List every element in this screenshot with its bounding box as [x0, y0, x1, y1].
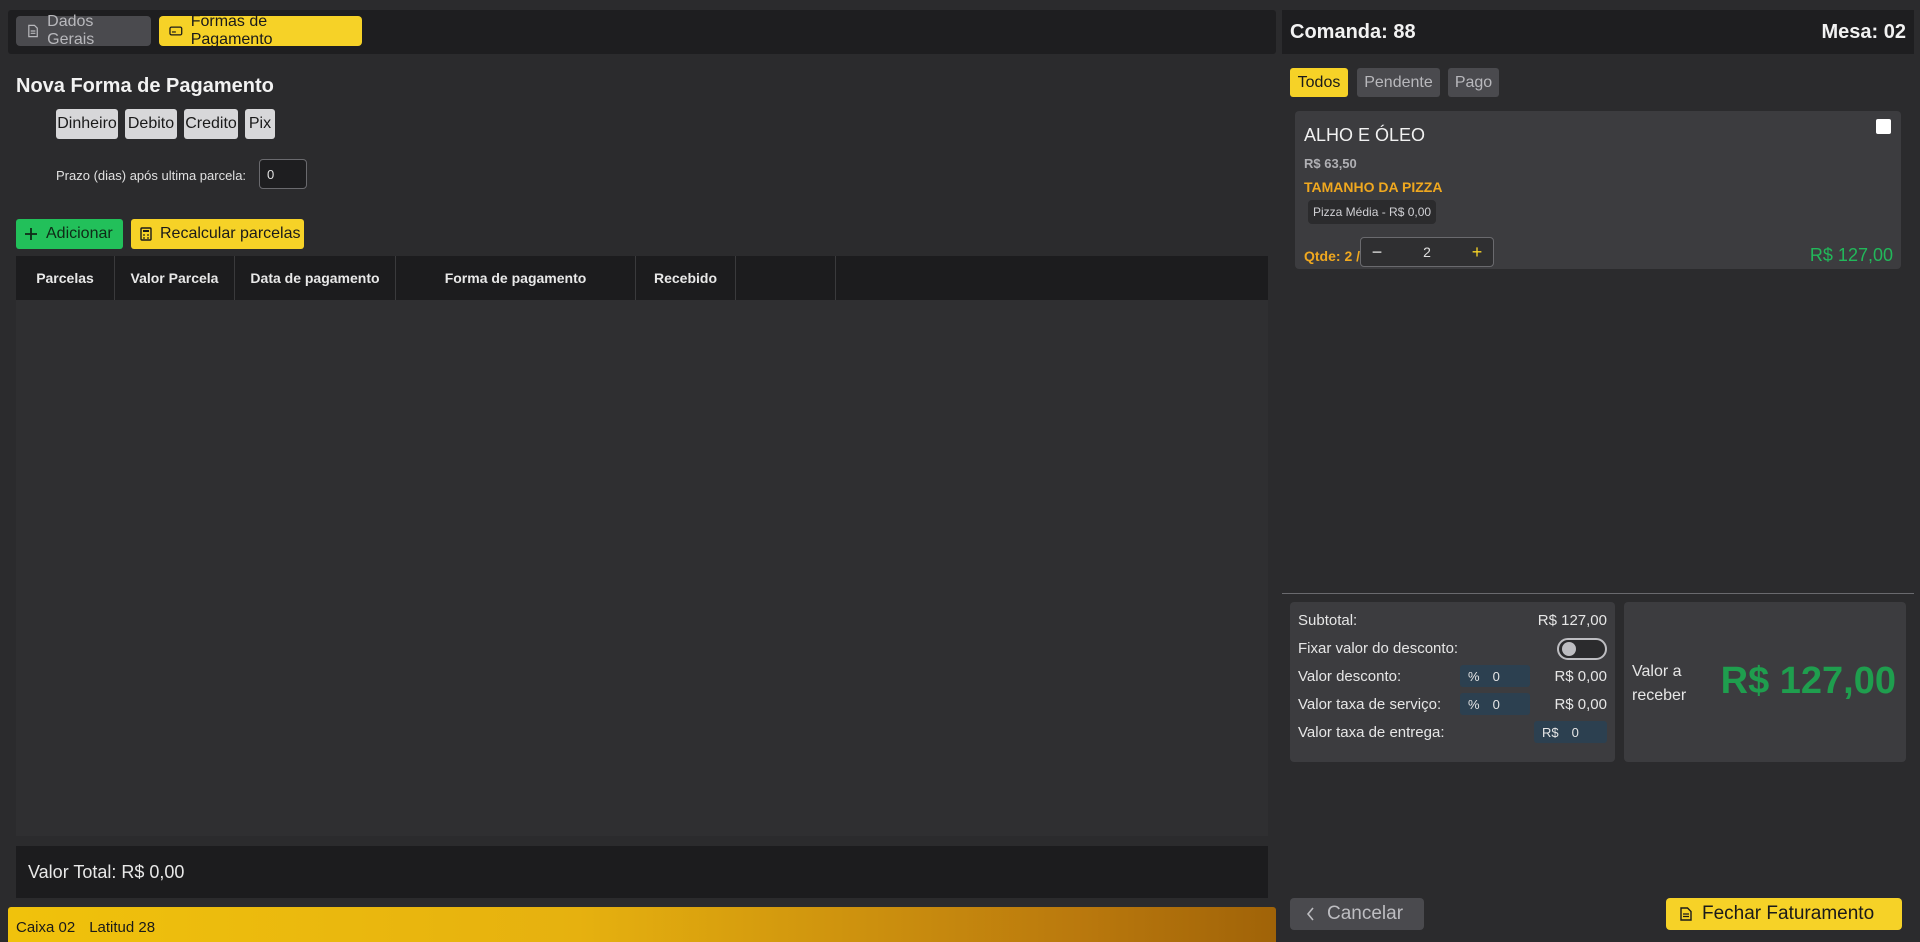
discount-unit: %: [1468, 668, 1480, 684]
section-title: Nova Forma de Pagamento: [16, 75, 274, 97]
column-parcelas[interactable]: Parcelas: [16, 256, 115, 300]
item-qty-label: Qtde: 2 /: [1304, 248, 1361, 264]
quantity-stepper: − 2 +: [1360, 237, 1494, 267]
add-button-label: Adicionar: [46, 225, 113, 242]
payment-method-dinheiro-button[interactable]: Dinheiro: [56, 109, 118, 139]
filter-pago[interactable]: Pago: [1448, 68, 1499, 97]
recalculate-button[interactable]: Recalcular parcelas: [131, 219, 304, 249]
document-icon: [28, 24, 38, 38]
service-value: R$ 0,00: [1554, 695, 1607, 713]
item-option-chip: Pizza Média - R$ 0,00: [1308, 200, 1437, 224]
prazo-label: Prazo (dias) após ultima parcela:: [56, 168, 247, 183]
filter-todos[interactable]: Todos: [1290, 68, 1348, 97]
column-recebido[interactable]: Recebido: [636, 256, 736, 300]
item-checkbox[interactable]: [1876, 119, 1891, 134]
quantity-value[interactable]: 2: [1393, 244, 1461, 260]
service-label: Valor taxa de serviço:: [1298, 695, 1442, 713]
subtotal-label: Subtotal:: [1298, 611, 1358, 629]
item-unit-price: R$ 63,50: [1304, 156, 1357, 171]
item-name: ALHO E ÓLEO: [1304, 125, 1426, 145]
status-user: Latitud 28: [89, 918, 156, 936]
close-billing-button[interactable]: Fechar Faturamento: [1666, 898, 1902, 930]
status-caixa: Caixa 02: [16, 918, 76, 936]
tab-dados-gerais[interactable]: Dados Gerais: [16, 13, 151, 48]
receive-value: R$ 127,00: [1720, 660, 1896, 702]
receive-box: Valor a receber R$ 127,00: [1624, 602, 1906, 762]
tab-dados-gerais-label: Dados Gerais: [47, 13, 95, 48]
delivery-label: Valor taxa de entrega:: [1298, 723, 1445, 741]
payment-panel: Dados Gerais Formas de Pagamento Nova Fo…: [8, 8, 1276, 942]
payment-method-pix-button[interactable]: Pix: [245, 109, 275, 139]
receive-label: Valor a receber: [1632, 663, 1687, 704]
item-category: TAMANHO DA PIZZA: [1304, 179, 1443, 195]
plus-icon[interactable]: +: [1461, 242, 1493, 263]
column-data-pagamento[interactable]: Data de pagamento: [235, 256, 396, 300]
calculator-icon: [140, 227, 152, 241]
subtotal-row: Subtotal: R$ 127,00: [1298, 609, 1607, 631]
recalculate-button-label: Recalcular parcelas: [160, 225, 301, 242]
fix-discount-row: Fixar valor do desconto:: [1298, 637, 1607, 660]
divider: [1282, 593, 1914, 594]
service-input-value: 0: [1492, 696, 1500, 712]
discount-row: Valor desconto: % 0 R$ 0,00: [1298, 665, 1607, 687]
fix-discount-label: Fixar valor do desconto:: [1298, 639, 1459, 657]
cancel-button[interactable]: Cancelar: [1290, 898, 1424, 930]
column-forma-pagamento[interactable]: Forma de pagamento: [396, 256, 636, 300]
service-row: Valor taxa de serviço: % 0 R$ 0,00: [1298, 693, 1607, 715]
payment-method-debito-button[interactable]: Debito: [125, 109, 177, 139]
document-icon: [1680, 907, 1692, 921]
discount-input-value: 0: [1492, 668, 1500, 684]
fix-discount-toggle[interactable]: [1557, 638, 1607, 660]
tab-formas-pagamento-label: Formas de Pagamento: [190, 13, 273, 48]
service-unit: %: [1468, 696, 1480, 712]
chevron-left-icon: [1306, 907, 1314, 921]
table-total: Valor Total: R$ 0,00: [16, 846, 1268, 898]
cancel-button-label: Cancelar: [1327, 903, 1404, 924]
plus-icon: [25, 228, 37, 240]
minus-icon[interactable]: −: [1361, 242, 1393, 263]
card-icon: [169, 26, 183, 36]
delivery-input[interactable]: R$ 0: [1534, 721, 1607, 743]
service-input[interactable]: % 0: [1460, 693, 1530, 715]
comanda-title: Comanda: 88: [1290, 20, 1416, 43]
prazo-input[interactable]: 0: [259, 159, 307, 189]
delivery-input-value: 0: [1571, 724, 1579, 740]
subtotal-value: R$ 127,00: [1537, 611, 1607, 629]
order-item-card: ALHO E ÓLEO R$ 63,50 TAMANHO DA PIZZA Pi…: [1295, 111, 1901, 269]
discount-label: Valor desconto:: [1298, 667, 1402, 685]
discount-input[interactable]: % 0: [1460, 665, 1530, 687]
order-panel: Comanda: 88 Mesa: 02 Todos Pendente Pago…: [1282, 8, 1914, 938]
table-header: Parcelas Valor Parcela Data de pagamento…: [16, 256, 1268, 300]
discount-value: R$ 0,00: [1554, 667, 1607, 685]
tab-bar: Dados Gerais Formas de Pagamento: [8, 10, 1276, 54]
tab-formas-pagamento[interactable]: Formas de Pagamento: [159, 13, 362, 48]
order-header: Comanda: 88 Mesa: 02: [1282, 10, 1914, 54]
filter-pendente[interactable]: Pendente: [1357, 68, 1440, 97]
column-valor-parcela[interactable]: Valor Parcela: [115, 256, 235, 300]
close-billing-button-label: Fechar Faturamento: [1702, 903, 1875, 924]
payment-method-credito-button[interactable]: Credito: [184, 109, 238, 139]
delivery-row: Valor taxa de entrega: R$ 0: [1298, 721, 1607, 743]
delivery-unit: R$: [1542, 724, 1559, 740]
item-total: R$ 127,00: [1809, 245, 1893, 265]
installments-table: Parcelas Valor Parcela Data de pagamento…: [16, 256, 1268, 836]
status-bar: Caixa 02 Latitud 28: [8, 907, 1276, 942]
summary-box: Subtotal: R$ 127,00 Fixar valor do desco…: [1290, 602, 1615, 762]
column-actions: [736, 256, 836, 300]
add-button[interactable]: Adicionar: [16, 219, 123, 249]
mesa-title: Mesa: 02: [1821, 20, 1907, 43]
